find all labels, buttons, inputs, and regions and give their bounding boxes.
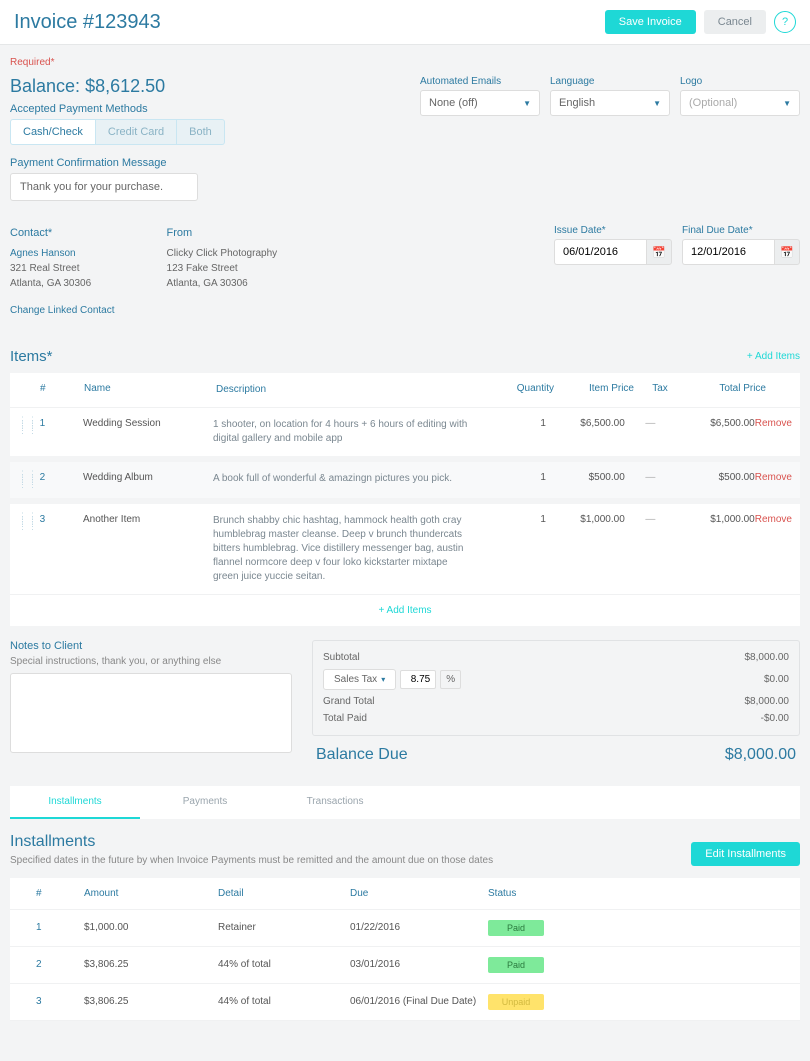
installments-desc: Specified dates in the future by when In… [10, 855, 493, 866]
pay-method-credit[interactable]: Credit Card [96, 119, 177, 145]
confirmation-label: Payment Confirmation Message [10, 157, 800, 169]
change-contact-link[interactable]: Change Linked Contact [10, 303, 115, 318]
help-icon[interactable]: ? [774, 11, 796, 33]
final-date-input[interactable] [682, 239, 774, 265]
items-title: Items* [10, 348, 53, 365]
issue-date-label: Issue Date* [554, 225, 672, 236]
add-items-link-bottom[interactable]: + Add Items [10, 595, 800, 626]
pay-method-both[interactable]: Both [177, 119, 225, 145]
contact-name-link[interactable]: Agnes Hanson [10, 246, 115, 261]
items-table: # Name Description Quantity Item Price T… [10, 373, 800, 626]
calendar-icon[interactable]: 📅 [774, 239, 800, 265]
item-row: ⋮⋮⋮⋮⋮⋮ 2 Wedding Album A book full of wo… [10, 462, 800, 504]
page-header: Invoice #123943 Save Invoice Cancel ? [0, 0, 810, 45]
calendar-icon[interactable]: 📅 [646, 239, 672, 265]
status-badge: Paid [488, 920, 544, 936]
contact-block: Contact* Agnes Hanson 321 Real Street At… [10, 225, 115, 318]
status-badge: Unpaid [488, 994, 544, 1010]
final-date-label: Final Due Date* [682, 225, 800, 236]
item-row: ⋮⋮⋮⋮⋮⋮ 3 Another Item Brunch shabby chic… [10, 504, 800, 595]
remove-item-link[interactable]: Remove [755, 418, 792, 429]
item-row: ⋮⋮⋮⋮⋮⋮ 1 Wedding Session 1 shooter, on l… [10, 408, 800, 462]
status-badge: Paid [488, 957, 544, 973]
notes-label: Notes to Client [10, 640, 292, 652]
tab-installments[interactable]: Installments [10, 786, 140, 819]
add-items-link-top[interactable]: + Add Items [747, 351, 800, 362]
tab-transactions[interactable]: Transactions [270, 786, 400, 819]
issue-date-input[interactable] [554, 239, 646, 265]
tax-rate-input[interactable] [400, 670, 436, 689]
installments-table: # Amount Detail Due Status 1 $1,000.00 R… [10, 878, 800, 1021]
auto-emails-select[interactable]: None (off)▼ [420, 90, 540, 116]
language-select[interactable]: English▼ [550, 90, 670, 116]
notes-hint: Special instructions, thank you, or anyt… [10, 656, 292, 667]
tab-payments[interactable]: Payments [140, 786, 270, 819]
sales-tax-select[interactable]: Sales Tax ▾ [323, 669, 396, 690]
caret-down-icon: ▼ [783, 99, 791, 108]
balance-heading: Balance: $8,612.50 [10, 76, 225, 97]
caret-down-icon: ▼ [653, 99, 661, 108]
required-label: Required* [10, 57, 800, 68]
installment-row: 3 $3,806.25 44% of total 06/01/2016 (Fin… [10, 984, 800, 1021]
cancel-button[interactable]: Cancel [704, 10, 766, 34]
installment-row: 1 $1,000.00 Retainer 01/22/2016 Paid [10, 910, 800, 947]
header-actions: Save Invoice Cancel ? [605, 10, 796, 34]
remove-item-link[interactable]: Remove [755, 472, 792, 483]
pay-method-cash[interactable]: Cash/Check [10, 119, 96, 145]
logo-label: Logo [680, 76, 800, 87]
remove-item-link[interactable]: Remove [755, 514, 792, 525]
accepted-methods-label: Accepted Payment Methods [10, 103, 225, 115]
balance-due: Balance Due$8,000.00 [312, 736, 800, 764]
edit-installments-button[interactable]: Edit Installments [691, 842, 800, 866]
from-block: From Clicky Click Photography 123 Fake S… [167, 225, 278, 318]
caret-down-icon: ▼ [523, 99, 531, 108]
payment-methods-toggle: Cash/Check Credit Card Both [10, 119, 225, 145]
percent-label: % [440, 670, 461, 689]
confirmation-input[interactable] [10, 173, 198, 201]
drag-handle-icon[interactable]: ⋮⋮⋮⋮⋮⋮ [18, 514, 40, 530]
logo-select[interactable]: (Optional)▼ [680, 90, 800, 116]
caret-down-icon: ▾ [381, 675, 385, 684]
installment-row: 2 $3,806.25 44% of total 03/01/2016 Paid [10, 947, 800, 984]
auto-emails-label: Automated Emails [420, 76, 540, 87]
language-label: Language [550, 76, 670, 87]
installments-title: Installments [10, 833, 493, 851]
totals-box: Subtotal$8,000.00 Sales Tax ▾ % $0.00 Gr… [312, 640, 800, 736]
drag-handle-icon[interactable]: ⋮⋮⋮⋮⋮⋮ [18, 418, 40, 434]
notes-textarea[interactable] [10, 673, 292, 753]
tabs: Installments Payments Transactions [10, 786, 800, 819]
save-button[interactable]: Save Invoice [605, 10, 696, 34]
page-title: Invoice #123943 [14, 11, 161, 34]
drag-handle-icon[interactable]: ⋮⋮⋮⋮⋮⋮ [18, 472, 40, 488]
